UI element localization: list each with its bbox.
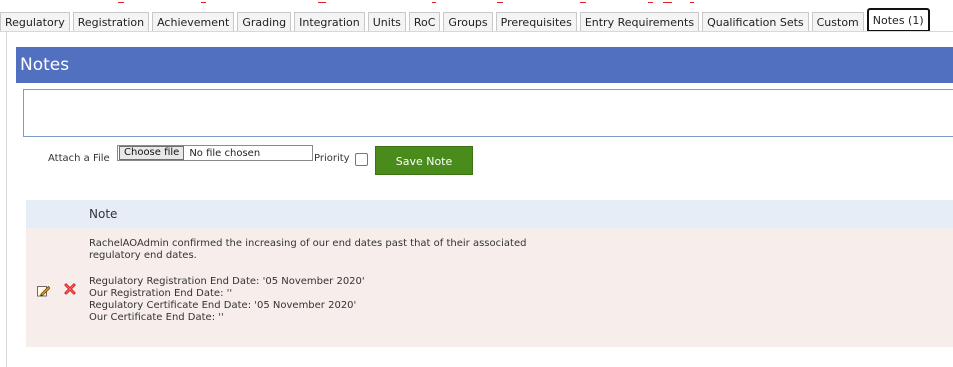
panel-left-border bbox=[6, 32, 7, 367]
tab-prerequisites[interactable]: Prerequisites bbox=[495, 12, 577, 32]
tab-custom[interactable]: Custom bbox=[811, 12, 864, 32]
note-column-header: Note bbox=[89, 207, 118, 221]
note-text-input[interactable] bbox=[23, 89, 953, 137]
clipped-red-text-line bbox=[0, 0, 953, 6]
notes-table: Note RachelAOAdmin confirmed the increas… bbox=[26, 200, 953, 347]
note-content: RachelAOAdmin confirmed the increasing o… bbox=[89, 238, 609, 324]
file-picker[interactable]: Choose file No file chosen bbox=[117, 145, 313, 161]
tab-roc[interactable]: RoC bbox=[408, 12, 441, 32]
tab-integration[interactable]: Integration bbox=[294, 12, 365, 32]
notes-panel-title: Notes bbox=[16, 47, 953, 83]
tab-notes[interactable]: Notes (1) bbox=[866, 8, 930, 32]
note-line: RachelAOAdmin confirmed the increasing o… bbox=[89, 238, 527, 249]
tab-achievement[interactable]: Achievement bbox=[152, 12, 235, 32]
note-line: Our Registration End Date: '' bbox=[89, 288, 233, 299]
choose-file-button[interactable]: Choose file bbox=[119, 146, 185, 160]
note-line: regulatory end dates. bbox=[89, 250, 197, 261]
priority-label: Priority bbox=[314, 153, 350, 164]
notes-table-header: Note bbox=[26, 200, 953, 228]
note-line: Our Certificate End Date: '' bbox=[89, 312, 224, 323]
red-x-delete-icon[interactable] bbox=[64, 283, 76, 295]
no-file-chosen-text: No file chosen bbox=[189, 147, 261, 159]
tab-entry-requirements[interactable]: Entry Requirements bbox=[579, 12, 700, 32]
tab-groups[interactable]: Groups bbox=[443, 12, 493, 32]
tab-regulatory[interactable]: Regulatory bbox=[0, 12, 70, 32]
pencil-edit-icon[interactable] bbox=[37, 284, 50, 297]
tab-units[interactable]: Units bbox=[367, 12, 406, 32]
note-line: Regulatory Registration End Date: '05 No… bbox=[89, 276, 365, 287]
tab-registration[interactable]: Registration bbox=[72, 12, 150, 32]
tab-bar-divider bbox=[0, 31, 953, 32]
priority-checkbox[interactable] bbox=[355, 153, 368, 166]
tab-bar: Regulatory Registration Achievement Grad… bbox=[0, 8, 933, 32]
save-note-button[interactable]: Save Note bbox=[375, 146, 473, 175]
note-line: Regulatory Certificate End Date: '05 Nov… bbox=[89, 300, 357, 311]
tab-grading[interactable]: Grading bbox=[237, 12, 292, 32]
tab-qualification-sets[interactable]: Qualification Sets bbox=[702, 12, 809, 32]
attach-file-label: Attach a File bbox=[48, 153, 110, 164]
